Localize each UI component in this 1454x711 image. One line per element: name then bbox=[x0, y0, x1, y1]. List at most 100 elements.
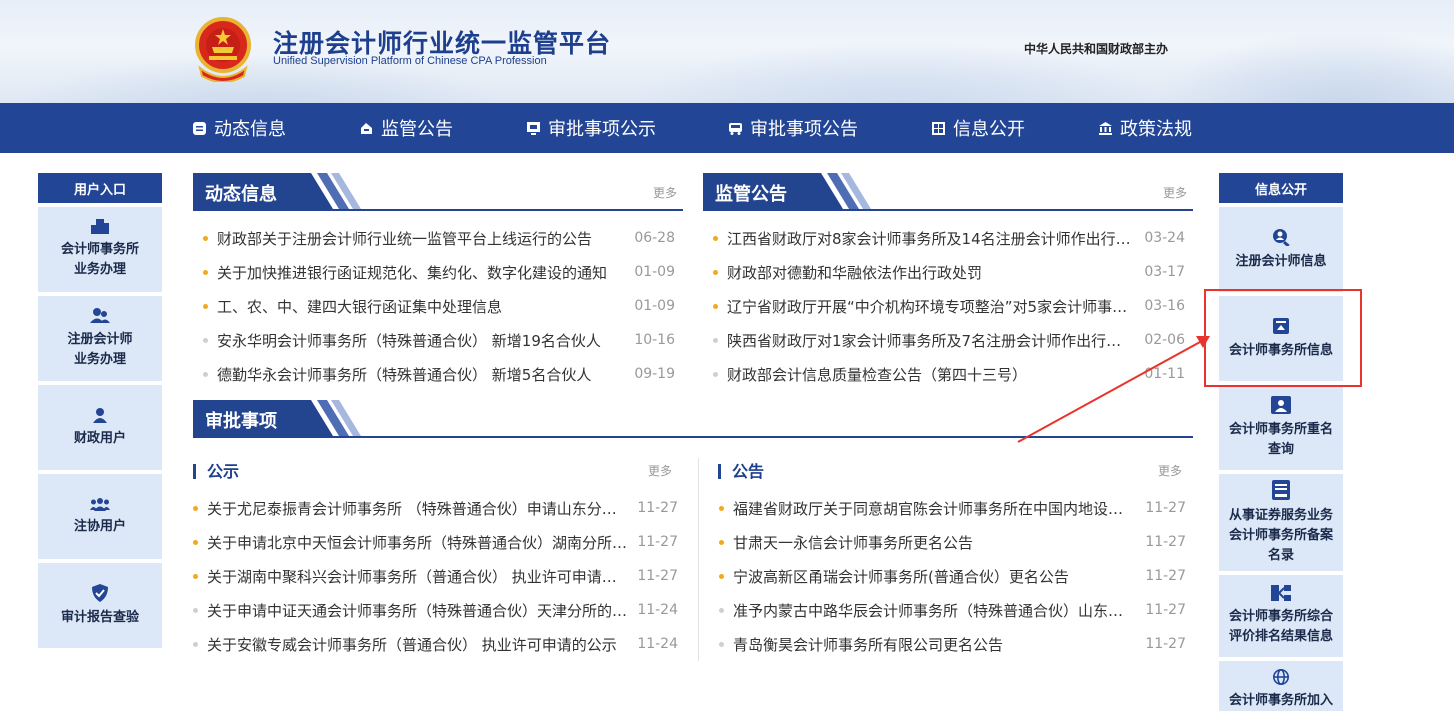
nav-item-info-open[interactable]: 信息公开 bbox=[932, 103, 1025, 153]
bullet-dot bbox=[193, 573, 198, 579]
sidebar-item-join[interactable]: 会计师事务所加入 bbox=[1219, 661, 1343, 711]
item-title[interactable]: 准予内蒙古中路华辰会计师事务所（特殊普通合伙）山东分所执业 bbox=[733, 600, 1135, 621]
sidebar-item-label: 财政用户 bbox=[73, 430, 126, 446]
item-title[interactable]: 德勤华永会计师事务所（特殊普通合伙） 新增5名合伙人 bbox=[217, 364, 624, 385]
column-divider bbox=[698, 458, 699, 661]
item-title[interactable]: 关于加快推进银行函证规范化、集约化、数字化建设的通知 bbox=[217, 262, 624, 283]
flow-icon bbox=[1271, 585, 1291, 601]
nav-item-approval-public[interactable]: 审批事项公示 bbox=[527, 103, 656, 153]
search-person-icon bbox=[1273, 228, 1290, 246]
nav-item-approval-announce[interactable]: 审批事项公告 bbox=[729, 103, 858, 153]
sidebar-item-audit-check[interactable]: 审计报告查验 bbox=[38, 563, 162, 648]
bullet-dot bbox=[193, 505, 198, 511]
nav-label: 政策法规 bbox=[1120, 119, 1192, 140]
bullet-dot bbox=[713, 337, 718, 343]
item-date: 11-27 bbox=[1145, 500, 1186, 516]
item-date: 11-27 bbox=[1145, 602, 1186, 618]
item-title[interactable]: 关于湖南中聚科兴会计师事务所（普通合伙） 执业许可申请的公示 bbox=[207, 566, 627, 587]
item-title[interactable]: 关于尤尼泰振青会计师事务所 （特殊普通合伙）申请山东分所执业许可的公示 bbox=[207, 498, 627, 519]
list-item[interactable]: 福建省财政厅关于同意胡官陈会计师事务所在中国内地设立分所的公告 11-27 bbox=[719, 491, 1186, 525]
nav-label: 监管公告 bbox=[381, 119, 453, 140]
sidebar-item-cpa-business[interactable]: 注册会计师 业务办理 bbox=[38, 296, 162, 381]
list-item[interactable]: 德勤华永会计师事务所（特殊普通合伙） 新增5名合伙人 09-19 bbox=[203, 357, 675, 391]
bullet-dot bbox=[203, 269, 208, 275]
item-title[interactable]: 财政部关于注册会计师行业统一监管平台上线运行的公告 bbox=[217, 228, 624, 249]
sidebar-item-label: 会计师事务所 业务办理 bbox=[60, 242, 139, 277]
sidebar-item-cpa-info[interactable]: 注册会计师信息 bbox=[1219, 207, 1343, 292]
list-item[interactable]: 青岛衡昊会计师事务所有限公司更名公告 11-27 bbox=[719, 627, 1186, 661]
bullet-dot bbox=[203, 235, 208, 241]
user-entry-title: 用户入口 bbox=[38, 173, 162, 203]
list-item[interactable]: 工、农、中、建四大银行函证集中处理信息 01-09 bbox=[203, 289, 675, 323]
item-title[interactable]: 关于申请北京中天恒会计师事务所（特殊普通合伙）湖南分所的公示 bbox=[207, 532, 627, 553]
item-title[interactable]: 江西省财政厅对8家会计师事务所及14名注册会计师作出行政处罚 bbox=[727, 228, 1134, 249]
nav-item-policy[interactable]: 政策法规 bbox=[1099, 103, 1192, 153]
list-item[interactable]: 关于尤尼泰振青会计师事务所 （特殊普通合伙）申请山东分所执业许可的公示 11-27 bbox=[193, 491, 678, 525]
section-title: 监管公告 bbox=[715, 184, 787, 205]
globe-icon bbox=[1273, 669, 1289, 685]
list-item[interactable]: 关于加快推进银行函证规范化、集约化、数字化建设的通知 01-09 bbox=[203, 255, 675, 289]
list-item[interactable]: 江西省财政厅对8家会计师事务所及14名注册会计师作出行政处罚 03-24 bbox=[713, 221, 1185, 255]
list-item[interactable]: 准予内蒙古中路华辰会计师事务所（特殊普通合伙）山东分所执业 11-27 bbox=[719, 593, 1186, 627]
list-item[interactable]: 辽宁省财政厅开展“中介机构环境专项整治”对5家会计师事务所作出处理 03-16 bbox=[713, 289, 1185, 323]
list-item[interactable]: 关于申请中证天通会计师事务所（特殊普通合伙）天津分所的公示 11-24 bbox=[193, 593, 678, 627]
bullet-dot bbox=[713, 269, 718, 275]
bullet-dot bbox=[193, 539, 198, 545]
nav-label: 审批事项公示 bbox=[548, 119, 656, 140]
sidebar-item-label: 注册会计师 业务办理 bbox=[67, 332, 133, 367]
nav-label: 动态信息 bbox=[214, 119, 286, 140]
more-link[interactable]: 更多 bbox=[653, 184, 677, 201]
sidebar-item-firm-business[interactable]: 会计师事务所 业务办理 bbox=[38, 207, 162, 292]
list-item[interactable]: 宁波高新区甬瑞会计师事务所(普通合伙）更名公告 11-27 bbox=[719, 559, 1186, 593]
item-date: 01-09 bbox=[634, 264, 675, 280]
sidebar-item-ranking[interactable]: 会计师事务所综合 评价排名结果信息 bbox=[1219, 575, 1343, 657]
sidebar-item-association-user[interactable]: 注协用户 bbox=[38, 474, 162, 559]
header-cloud bbox=[1150, 30, 1454, 103]
announcement-title: 公告 bbox=[718, 458, 764, 482]
nav-item-supervision[interactable]: 监管公告 bbox=[360, 103, 453, 153]
bullet-dot bbox=[719, 573, 724, 579]
bullet-dot bbox=[713, 235, 718, 241]
item-title[interactable]: 工、农、中、建四大银行函证集中处理信息 bbox=[217, 296, 624, 317]
sidebar-item-securities-list[interactable]: 从事证券服务业务 会计师事务所备案 名录 bbox=[1219, 474, 1343, 571]
bullet-dot bbox=[719, 539, 724, 545]
item-date: 11-27 bbox=[637, 568, 678, 584]
more-link[interactable]: 更多 bbox=[1158, 462, 1182, 479]
item-date: 03-17 bbox=[1144, 264, 1185, 280]
sidebar-item-label: 注册会计师信息 bbox=[1235, 253, 1327, 269]
nav-item-dynamic-info[interactable]: 动态信息 bbox=[193, 103, 286, 153]
more-link[interactable]: 更多 bbox=[1163, 184, 1187, 201]
list-item[interactable]: 财政部对德勤和华融依法作出行政处罚 03-17 bbox=[713, 255, 1185, 289]
item-title[interactable]: 财政部对德勤和华融依法作出行政处罚 bbox=[727, 262, 1134, 283]
sidebar-item-label: 从事证券服务业务 会计师事务所备案 名录 bbox=[1228, 507, 1333, 563]
sidebar-item-duplicate-name[interactable]: 会计师事务所重名 查询 bbox=[1219, 385, 1343, 470]
item-title[interactable]: 关于安徽专威会计师事务所（普通合伙） 执业许可申请的公示 bbox=[207, 634, 627, 655]
bullet-dot bbox=[193, 641, 198, 647]
list-item[interactable]: 财政部关于注册会计师行业统一监管平台上线运行的公告 06-28 bbox=[203, 221, 675, 255]
list-item[interactable]: 安永华明会计师事务所（特殊普通合伙） 新增19名合伙人 10-16 bbox=[203, 323, 675, 357]
list-item[interactable]: 关于湖南中聚科兴会计师事务所（普通合伙） 执业许可申请的公示 11-27 bbox=[193, 559, 678, 593]
section-rule bbox=[703, 209, 1193, 211]
item-title[interactable]: 关于申请中证天通会计师事务所（特殊普通合伙）天津分所的公示 bbox=[207, 600, 627, 621]
section-title: 审批事项 bbox=[205, 411, 277, 432]
item-date: 11-24 bbox=[637, 602, 678, 618]
item-title[interactable]: 宁波高新区甬瑞会计师事务所(普通合伙）更名公告 bbox=[733, 566, 1135, 587]
bullet-dot bbox=[719, 641, 724, 647]
item-title[interactable]: 甘肃天一永信会计师事务所更名公告 bbox=[733, 532, 1135, 553]
list-item[interactable]: 关于安徽专威会计师事务所（普通合伙） 执业许可申请的公示 11-24 bbox=[193, 627, 678, 661]
item-title[interactable]: 安永华明会计师事务所（特殊普通合伙） 新增19名合伙人 bbox=[217, 330, 624, 351]
list-item[interactable]: 关于申请北京中天恒会计师事务所（特殊普通合伙）湖南分所的公示 11-27 bbox=[193, 525, 678, 559]
item-date: 11-27 bbox=[637, 534, 678, 550]
sub-title-text: 公告 bbox=[732, 462, 765, 481]
more-link[interactable]: 更多 bbox=[648, 462, 672, 479]
item-title[interactable]: 青岛衡昊会计师事务所有限公司更名公告 bbox=[733, 634, 1135, 655]
bank-icon bbox=[1099, 121, 1112, 135]
list-item[interactable]: 甘肃天一永信会计师事务所更名公告 11-27 bbox=[719, 525, 1186, 559]
item-title[interactable]: 辽宁省财政厅开展“中介机构环境专项整治”对5家会计师事务所作出处理 bbox=[727, 296, 1134, 317]
sidebar-item-finance-user[interactable]: 财政用户 bbox=[38, 385, 162, 470]
item-title[interactable]: 福建省财政厅关于同意胡官陈会计师事务所在中国内地设立分所的公告 bbox=[733, 498, 1135, 519]
group-icon bbox=[90, 497, 110, 511]
item-date: 01-09 bbox=[634, 298, 675, 314]
bullet-dot bbox=[719, 607, 724, 613]
portrait-icon bbox=[1271, 395, 1291, 414]
